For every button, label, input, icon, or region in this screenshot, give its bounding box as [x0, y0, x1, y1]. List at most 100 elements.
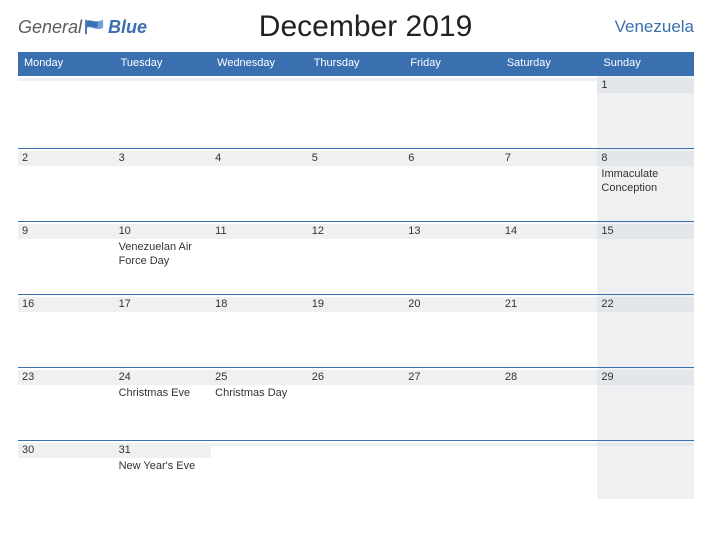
- calendar-cell: 28: [501, 368, 598, 440]
- date-number: 25: [211, 370, 308, 385]
- date-number: 4: [211, 151, 308, 166]
- calendar-cell: 16: [18, 295, 115, 367]
- calendar-cell: 26: [308, 368, 405, 440]
- day-header: Thursday: [308, 53, 405, 74]
- day-header: Friday: [404, 53, 501, 74]
- calendar-cell: 2: [18, 149, 115, 221]
- calendar-cell: [18, 76, 115, 148]
- date-number: [211, 443, 308, 446]
- calendar-cell: 15: [597, 222, 694, 294]
- calendar-cell: 6: [404, 149, 501, 221]
- calendar-cell: 11: [211, 222, 308, 294]
- day-header: Saturday: [501, 53, 598, 74]
- date-number: 30: [18, 443, 115, 458]
- date-number: 21: [501, 297, 598, 312]
- calendar-cell: 13: [404, 222, 501, 294]
- calendar-cell: [308, 76, 405, 148]
- calendar-cell: 10Venezuelan Air Force Day: [115, 222, 212, 294]
- day-header: Wednesday: [211, 53, 308, 74]
- date-number: [501, 78, 598, 81]
- event-label: Immaculate Conception: [601, 166, 690, 196]
- calendar-cell: 22: [597, 295, 694, 367]
- day-header: Sunday: [597, 53, 694, 74]
- date-number: 24: [115, 370, 212, 385]
- date-number: [211, 78, 308, 81]
- date-number: 17: [115, 297, 212, 312]
- calendar-cell: 4: [211, 149, 308, 221]
- date-number: 23: [18, 370, 115, 385]
- calendar-cell: [597, 441, 694, 499]
- calendar-cell: [404, 441, 501, 499]
- date-number: 14: [501, 224, 598, 239]
- date-number: 11: [211, 224, 308, 239]
- date-number: [18, 78, 115, 81]
- calendar-cell: 18: [211, 295, 308, 367]
- date-number: 28: [501, 370, 598, 385]
- date-number: 10: [115, 224, 212, 239]
- date-number: 5: [308, 151, 405, 166]
- date-number: 7: [501, 151, 598, 166]
- date-number: [115, 78, 212, 81]
- date-number: 31: [115, 443, 212, 458]
- date-number: 18: [211, 297, 308, 312]
- logo-text-blue: Blue: [108, 17, 147, 38]
- date-number: 22: [597, 297, 694, 312]
- date-number: [404, 78, 501, 81]
- calendar-cell: 30: [18, 441, 115, 499]
- week-row: 2324Christmas Eve25Christmas Day26272829: [18, 367, 694, 440]
- week-row: 910Venezuelan Air Force Day1112131415: [18, 221, 694, 294]
- calendar-cell: 25Christmas Day: [211, 368, 308, 440]
- day-header: Monday: [18, 53, 115, 74]
- event-label: Christmas Day: [215, 385, 304, 401]
- event-label: New Year's Eve: [119, 458, 208, 474]
- day-header: Tuesday: [115, 53, 212, 74]
- date-number: 12: [308, 224, 405, 239]
- calendar-cell: 7: [501, 149, 598, 221]
- page-title: December 2019: [147, 10, 584, 44]
- date-number: 16: [18, 297, 115, 312]
- date-number: 8: [597, 151, 694, 166]
- calendar-cell: [211, 441, 308, 499]
- date-number: [501, 443, 598, 446]
- calendar-cell: [501, 441, 598, 499]
- calendar-cell: 17: [115, 295, 212, 367]
- calendar-cell: [211, 76, 308, 148]
- date-number: 6: [404, 151, 501, 166]
- calendar-cell: 1: [597, 76, 694, 148]
- calendar-cell: [115, 76, 212, 148]
- date-number: 26: [308, 370, 405, 385]
- date-number: 29: [597, 370, 694, 385]
- calendar-cell: 31New Year's Eve: [115, 441, 212, 499]
- calendar-cell: 24Christmas Eve: [115, 368, 212, 440]
- date-number: 20: [404, 297, 501, 312]
- event-label: Venezuelan Air Force Day: [119, 239, 208, 269]
- logo-flag-icon: [84, 18, 106, 36]
- date-number: [308, 78, 405, 81]
- day-headers-row: Monday Tuesday Wednesday Thursday Friday…: [18, 52, 694, 75]
- header: General Blue December 2019 Venezuela: [18, 10, 694, 44]
- date-number: [597, 443, 694, 446]
- date-number: 27: [404, 370, 501, 385]
- calendar-cell: 21: [501, 295, 598, 367]
- calendar-cell: 8Immaculate Conception: [597, 149, 694, 221]
- calendar-cell: 12: [308, 222, 405, 294]
- calendar-cell: 14: [501, 222, 598, 294]
- week-row: 1: [18, 75, 694, 148]
- calendar-cell: 23: [18, 368, 115, 440]
- calendar-cell: 27: [404, 368, 501, 440]
- date-number: 9: [18, 224, 115, 239]
- calendar: Monday Tuesday Wednesday Thursday Friday…: [18, 52, 694, 499]
- calendar-cell: 20: [404, 295, 501, 367]
- event-label: Christmas Eve: [119, 385, 208, 401]
- logo-text-general: General: [18, 17, 82, 38]
- calendar-cell: [308, 441, 405, 499]
- date-number: 15: [597, 224, 694, 239]
- country-label: Venezuela: [584, 17, 694, 37]
- calendar-cell: 9: [18, 222, 115, 294]
- calendar-cell: 19: [308, 295, 405, 367]
- calendar-cell: 5: [308, 149, 405, 221]
- date-number: 19: [308, 297, 405, 312]
- date-number: 13: [404, 224, 501, 239]
- logo: General Blue: [18, 17, 147, 38]
- calendar-cell: 29: [597, 368, 694, 440]
